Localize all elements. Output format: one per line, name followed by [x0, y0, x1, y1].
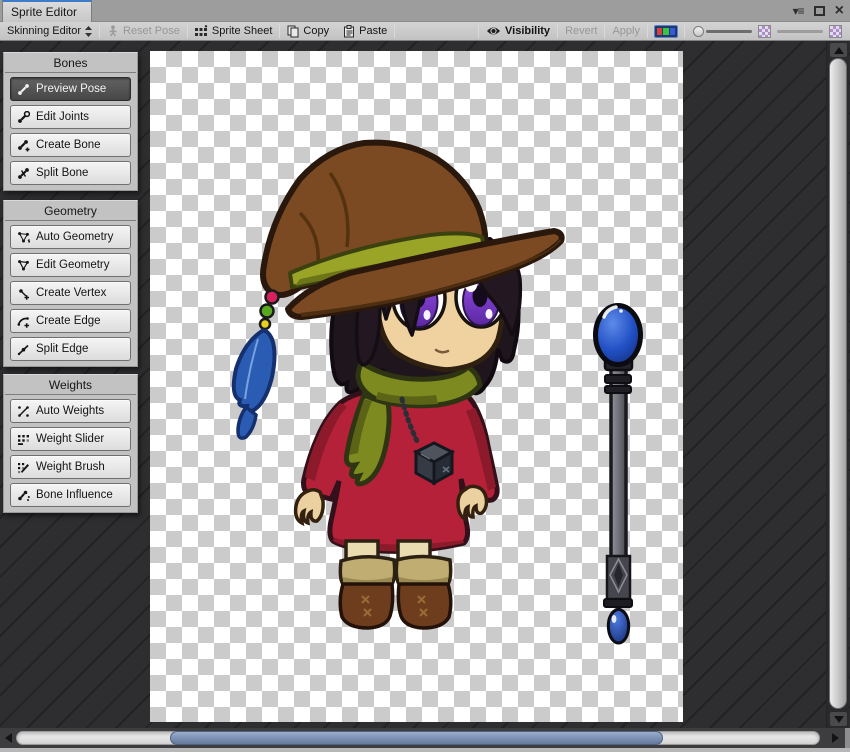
- split-edge-button[interactable]: Split Edge: [10, 337, 131, 361]
- mode-dropdown-label: Skinning Editor: [7, 25, 81, 37]
- horizontal-scrollbar[interactable]: [0, 728, 850, 748]
- window-controls: ▾≡ ×: [793, 2, 844, 20]
- panel-divider: [5, 72, 136, 73]
- mode-dropdown[interactable]: Skinning Editor: [0, 22, 99, 40]
- bones-panel: Bones Preview Pose Edit Joints Create Bo…: [3, 52, 138, 191]
- edit-geometry-button[interactable]: Edit Geometry: [10, 253, 131, 277]
- visibility-button[interactable]: Visibility: [479, 22, 557, 40]
- edit-joints-button[interactable]: Edit Joints: [10, 105, 131, 129]
- down-arrow-icon: [833, 715, 844, 723]
- edit-joints-icon: [18, 110, 30, 123]
- weight-slider-button[interactable]: Weight Slider: [10, 427, 131, 451]
- zoom-alpha-sliders: [685, 22, 850, 40]
- zoom-slider-knob[interactable]: [693, 25, 704, 37]
- tab-bar: Sprite Editor ▾≡ ×: [0, 0, 850, 22]
- vertical-scrollbar-thumb[interactable]: [829, 58, 847, 709]
- hat-beads-and-feather: [231, 289, 280, 440]
- weight-brush-button[interactable]: Weight Brush: [10, 455, 131, 479]
- create-vertex-icon: [19, 288, 29, 300]
- weight-slider-icon: [18, 434, 29, 445]
- weights-panel: Weights Auto Weights Weight Slider Weigh…: [3, 374, 138, 513]
- alpha-texture-icon: [829, 24, 842, 38]
- sprite-editor-window: Sprite Editor ▾≡ × Skinning Editor Reset…: [0, 0, 850, 752]
- witch-girl-sprite: [231, 139, 565, 630]
- rgb-red-stripe: [657, 28, 663, 35]
- auto-weights-button[interactable]: Auto Weights: [10, 399, 131, 423]
- weights-panel-title: Weights: [48, 378, 93, 392]
- window-menu-icon[interactable]: ▾≡: [793, 5, 805, 17]
- create-bone-icon: [18, 139, 30, 151]
- scroll-up-button[interactable]: [830, 43, 847, 57]
- paste-button[interactable]: Paste: [336, 22, 394, 40]
- split-edge-icon: [17, 344, 29, 355]
- reset-pose-button[interactable]: Reset Pose: [100, 22, 187, 40]
- toolbar-right-group: Visibility Revert Apply: [478, 22, 850, 40]
- geometry-panel: Geometry Auto Geometry Edit Geometry Cre…: [3, 200, 138, 367]
- weight-brush-icon: [18, 462, 29, 473]
- scroll-down-button[interactable]: [830, 712, 847, 726]
- reset-pose-icon: [109, 25, 117, 37]
- vertical-scrollbar[interactable]: [826, 41, 849, 728]
- auto-geometry-icon: [18, 231, 30, 243]
- scroll-right-button[interactable]: [828, 732, 842, 744]
- create-vertex-button[interactable]: Create Vertex: [10, 281, 131, 305]
- dropdown-updown-icon: [85, 25, 92, 37]
- create-bone-button[interactable]: Create Bone: [10, 133, 131, 157]
- right-arrow-icon: [831, 733, 839, 743]
- mip-slider-track[interactable]: [777, 29, 823, 33]
- bone-influence-icon: [18, 490, 30, 501]
- left-arrow-icon: [4, 733, 12, 743]
- preview-pose-button[interactable]: Preview Pose: [10, 77, 131, 101]
- toolbar-separator: [394, 24, 396, 38]
- copy-icon: [287, 25, 299, 37]
- create-edge-button[interactable]: Create Edge: [10, 309, 131, 333]
- horizontal-scrollbar-thumb[interactable]: [170, 731, 663, 745]
- sprite-sheet-icon: [194, 25, 208, 36]
- auto-geometry-button[interactable]: Auto Geometry: [10, 225, 131, 249]
- auto-weights-icon: [18, 405, 29, 417]
- geometry-panel-title: Geometry: [44, 204, 97, 218]
- zoom-slider-track[interactable]: [706, 29, 752, 33]
- paste-icon: [344, 24, 355, 37]
- edit-geometry-icon: [18, 259, 29, 270]
- alpha-texture-icon: [758, 24, 771, 38]
- close-icon[interactable]: ×: [835, 3, 844, 19]
- sprite-sheet-button[interactable]: Sprite Sheet: [188, 22, 280, 40]
- unity-cube-pendant: [412, 441, 456, 486]
- character-sprite: [231, 139, 643, 645]
- tab-sprite-editor[interactable]: Sprite Editor: [2, 0, 92, 22]
- split-bone-icon: [18, 167, 29, 179]
- apply-button[interactable]: Apply: [605, 22, 647, 40]
- scrollbar-corner: [845, 728, 850, 748]
- toolbar-separator: [647, 24, 648, 38]
- copy-button[interactable]: Copy: [280, 22, 336, 40]
- scroll-left-button[interactable]: [1, 732, 15, 744]
- staff-sprite: [593, 303, 643, 645]
- maximize-icon[interactable]: [813, 6, 825, 16]
- bone-influence-button[interactable]: Bone Influence: [10, 483, 131, 507]
- panel-divider: [5, 394, 136, 395]
- bones-panel-title: Bones: [53, 56, 88, 70]
- rgb-blue-stripe: [669, 28, 675, 35]
- window-bottom-edge: [0, 748, 850, 752]
- visibility-eye-icon: [487, 27, 501, 35]
- rgb-alpha-toggle[interactable]: [654, 25, 678, 38]
- split-bone-button[interactable]: Split Bone: [10, 161, 131, 185]
- tab-title: Sprite Editor: [11, 5, 78, 19]
- create-edge-icon: [17, 316, 29, 328]
- sprite-canvas[interactable]: [150, 51, 683, 722]
- panel-divider: [5, 220, 136, 221]
- revert-button[interactable]: Revert: [558, 22, 604, 40]
- sprite-editor-toolbar: Skinning Editor Reset Pose Sprite Sheet …: [0, 22, 850, 41]
- up-arrow-icon: [833, 46, 844, 54]
- rgb-green-stripe: [663, 28, 669, 35]
- preview-pose-icon: [18, 83, 29, 95]
